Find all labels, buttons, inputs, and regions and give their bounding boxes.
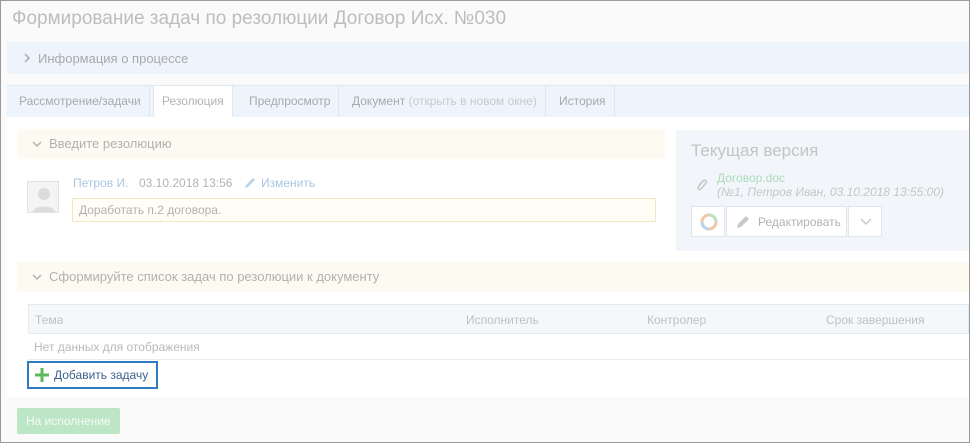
resolution-text[interactable]: Доработать п.2 договора. bbox=[72, 198, 656, 222]
page-title: Формирование задач по резолюции Договор … bbox=[12, 8, 507, 29]
user-silhouette-icon bbox=[32, 188, 56, 212]
plus-icon bbox=[35, 368, 49, 382]
chevron-right-icon bbox=[24, 53, 31, 63]
add-task-button[interactable]: Добавить задачу bbox=[27, 361, 158, 389]
empty-message: Нет данных для отображения bbox=[34, 340, 200, 354]
tasks-section-title: Сформируйте список задач по резолюции к … bbox=[49, 269, 380, 284]
tasks-grid: Тема Исполнитель Контролер Срок завершен… bbox=[28, 304, 969, 361]
open-new-window-link[interactable]: (открыть в новом окне) bbox=[409, 94, 537, 108]
edit-resolution-link[interactable]: Изменить bbox=[261, 176, 315, 190]
edit-document-button[interactable]: Редактировать bbox=[726, 206, 847, 237]
edit-document-label: Редактировать bbox=[758, 215, 841, 229]
tab-label: Резолюция bbox=[162, 94, 224, 108]
add-task-label: Добавить задачу bbox=[54, 368, 149, 382]
tab-history[interactable]: История bbox=[551, 86, 615, 117]
chevron-down-icon bbox=[860, 218, 872, 226]
tab-label: Предпросмотр bbox=[249, 94, 331, 108]
column-header-due-date[interactable]: Срок завершения bbox=[826, 313, 925, 327]
tab-bar: Рассмотрение/задачи Резолюция Предпросмо… bbox=[7, 85, 969, 119]
document-file-link[interactable]: Договор.doc bbox=[717, 171, 785, 185]
process-info-section[interactable]: Информация о процессе bbox=[7, 42, 969, 74]
open-document-button[interactable] bbox=[691, 206, 725, 237]
tab-label: Документ bbox=[352, 94, 406, 108]
tasks-grid-empty-row: Нет данных для отображения bbox=[28, 334, 969, 360]
chevron-down-icon bbox=[32, 141, 42, 148]
submit-for-execution-button[interactable]: На исполнение bbox=[17, 408, 120, 434]
paperclip-icon bbox=[697, 179, 707, 191]
tasks-section-header[interactable]: Сформируйте список задач по резолюции к … bbox=[17, 262, 969, 292]
column-header-topic[interactable]: Тема bbox=[35, 313, 63, 327]
document-file-meta: (№1, Петров Иван, 03.10.2018 13:55:00) bbox=[717, 185, 945, 199]
tasks-grid-header: Тема Исполнитель Контролер Срок завершен… bbox=[28, 304, 969, 334]
tab-document[interactable]: Документ (открыть в новом окне) bbox=[344, 86, 546, 117]
tab-label: Рассмотрение/задачи bbox=[19, 94, 141, 108]
avatar bbox=[27, 181, 59, 213]
current-version-title: Текущая версия bbox=[691, 141, 819, 160]
tab-label: История bbox=[559, 94, 606, 108]
submit-label: На исполнение bbox=[26, 414, 111, 428]
resolution-author[interactable]: Петров И. bbox=[73, 176, 128, 190]
resolution-section-header[interactable]: Введите резолюцию bbox=[17, 129, 665, 159]
tab-review-tasks[interactable]: Рассмотрение/задачи bbox=[11, 86, 150, 117]
tab-preview[interactable]: Предпросмотр bbox=[241, 86, 340, 117]
tab-resolution[interactable]: Резолюция bbox=[153, 86, 233, 119]
pencil-icon[interactable] bbox=[243, 176, 257, 190]
column-header-executor[interactable]: Исполнитель bbox=[466, 313, 539, 327]
chevron-down-icon bbox=[32, 274, 42, 281]
resolution-section-title: Введите резолюцию bbox=[49, 136, 172, 151]
resolution-datetime: 03.10.2018 13:56 bbox=[139, 176, 233, 190]
process-info-label: Информация о процессе bbox=[38, 51, 189, 66]
pencil-icon bbox=[737, 216, 749, 228]
more-options-button[interactable] bbox=[848, 206, 882, 237]
document-app-icon bbox=[700, 213, 718, 231]
column-header-controller[interactable]: Контролер bbox=[647, 313, 706, 327]
